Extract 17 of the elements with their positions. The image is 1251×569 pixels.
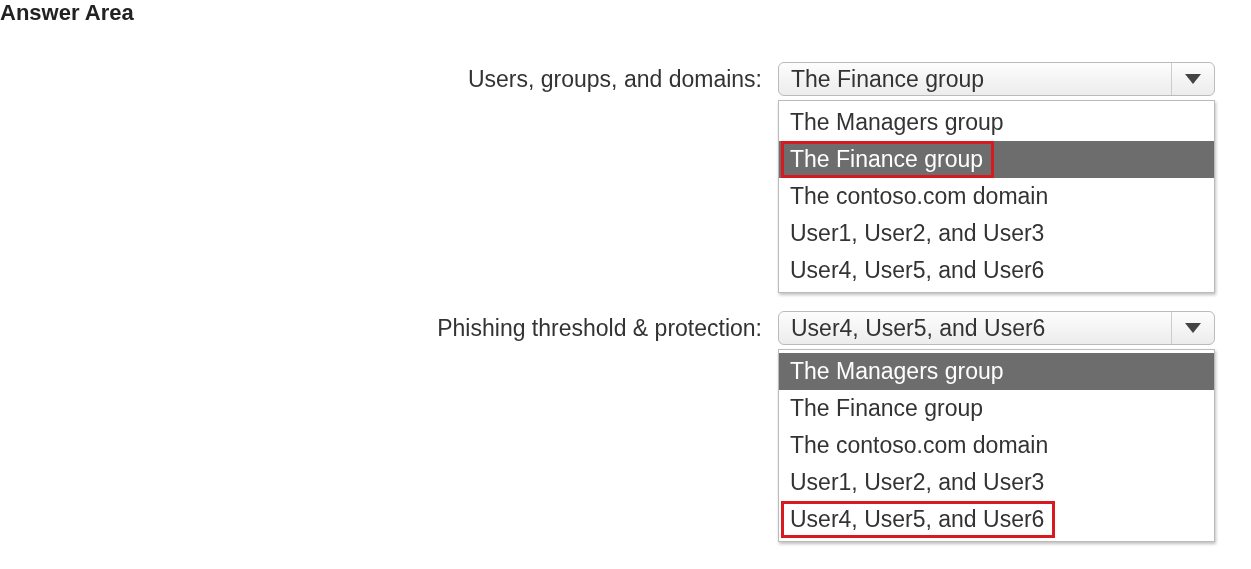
dropdown-option[interactable]: The contoso.com domain [779,178,1214,215]
dropdown-option[interactable]: The Finance group [779,390,1214,427]
dropdown-option[interactable]: The contoso.com domain [779,427,1214,464]
dropdown-option[interactable]: The Managers group [779,353,1214,390]
dropdown-option[interactable]: The Finance group [779,141,1214,178]
dropdown[interactable]: User4, User5, and User6 [778,311,1215,345]
dropdown-option[interactable]: User4, User5, and User6 [779,252,1214,289]
field-label: Phishing threshold & protection: [437,314,762,343]
dropdown-option[interactable]: User4, User5, and User6 [779,501,1214,538]
caret-icon [1185,74,1201,84]
dropdown[interactable]: The Finance group [778,62,1215,96]
dropdown-option[interactable]: User1, User2, and User3 [779,464,1214,501]
field-label: Users, groups, and domains: [467,65,762,94]
dropdown-option[interactable]: User1, User2, and User3 [779,215,1214,252]
caret-icon [1185,323,1201,333]
answer-area-title: Answer Area [0,0,135,26]
dropdown-option[interactable]: The Managers group [779,104,1214,141]
